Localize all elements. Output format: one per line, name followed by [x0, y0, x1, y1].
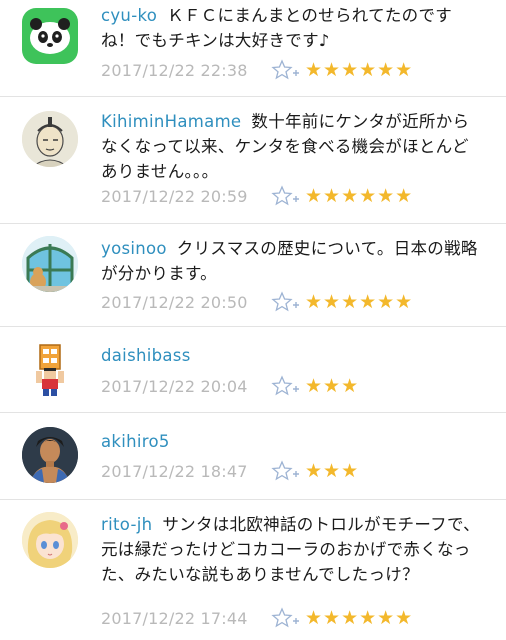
comment-item: rito-jh サンタは北欧神話のトロルがモチーフで、元は緑だったけどコカコーラの…	[0, 500, 506, 640]
comment-timestamp: 2017/12/22 20:04	[101, 376, 248, 396]
comment-text: cyu-ko ＫＦＣにまんまとのせられてたのですね！でもチキンは大好きです♪	[101, 3, 482, 53]
comment-username[interactable]: rito-jh	[101, 515, 152, 534]
panda-avatar[interactable]	[22, 8, 78, 64]
pixel-character-avatar[interactable]	[22, 341, 78, 397]
star-rating: ★★★	[305, 460, 360, 482]
comment-item: daishibass 2017/12/22 20:04 ★★★	[0, 327, 506, 413]
comment-text: rito-jh サンタは北欧神話のトロルがモチーフで、元は緑だったけどコカコーラの…	[101, 512, 482, 587]
star-rating: ★★★	[305, 375, 360, 397]
comment-text: daishibass	[101, 343, 482, 368]
comment-item: cyu-ko ＫＦＣにまんまとのせられてたのですね！でもチキンは大好きです♪ 20…	[0, 0, 506, 97]
comment-timestamp: 2017/12/22 20:59	[101, 186, 248, 206]
star-rating: ★★★★★★	[305, 185, 414, 207]
comment-text: KihiminHamame 数十年前にケンタが近所からなくなって以来、ケンタを食べ…	[101, 109, 482, 184]
star-plus-icon[interactable]	[271, 185, 301, 207]
comment-item: yosinoo クリスマスの歴史について。日本の戦略が分かります。 2017/12…	[0, 224, 506, 327]
comment-timestamp: 2017/12/22 20:50	[101, 292, 248, 312]
comment-timestamp: 2017/12/22 17:44	[101, 608, 248, 628]
comment-meta: 2017/12/22 17:44 ★★★★★★	[101, 606, 413, 630]
comment-item: akihiro5 2017/12/22 18:47 ★★★	[0, 413, 506, 500]
comment-meta: 2017/12/22 20:04 ★★★	[101, 374, 359, 398]
comment-text: akihiro5	[101, 429, 482, 454]
comment-username[interactable]: KihiminHamame	[101, 112, 241, 131]
comment-text: yosinoo クリスマスの歴史について。日本の戦略が分かります。	[101, 236, 482, 286]
comment-body: サンタは北欧神話のトロルがモチーフで、元は緑だったけどコカコーラのおかげで赤くな…	[101, 515, 480, 584]
star-plus-icon[interactable]	[271, 607, 301, 629]
star-plus-icon[interactable]	[271, 59, 301, 81]
comment-timestamp: 2017/12/22 18:47	[101, 461, 248, 481]
samurai-avatar[interactable]	[22, 111, 78, 167]
star-rating: ★★★★★★	[305, 59, 414, 81]
anime-girl-avatar[interactable]	[22, 512, 78, 568]
star-plus-icon[interactable]	[271, 375, 301, 397]
comment-username[interactable]: akihiro5	[101, 432, 170, 451]
comment-meta: 2017/12/22 20:50 ★★★★★★	[101, 290, 413, 314]
comment-item: KihiminHamame 数十年前にケンタが近所からなくなって以来、ケンタを食べ…	[0, 97, 506, 224]
comment-timestamp: 2017/12/22 22:38	[101, 60, 248, 80]
window-cat-avatar[interactable]	[22, 236, 78, 292]
star-plus-icon[interactable]	[271, 291, 301, 313]
anime-man-avatar[interactable]	[22, 427, 78, 483]
comment-username[interactable]: yosinoo	[101, 239, 167, 258]
star-rating: ★★★★★★	[305, 607, 414, 629]
comment-username[interactable]: cyu-ko	[101, 6, 157, 25]
comment-meta: 2017/12/22 18:47 ★★★	[101, 459, 359, 483]
star-rating: ★★★★★★	[305, 291, 414, 313]
comment-meta: 2017/12/22 20:59 ★★★★★★	[101, 184, 413, 208]
star-plus-icon[interactable]	[271, 460, 301, 482]
comment-username[interactable]: daishibass	[101, 346, 191, 365]
comment-meta: 2017/12/22 22:38 ★★★★★★	[101, 58, 413, 82]
